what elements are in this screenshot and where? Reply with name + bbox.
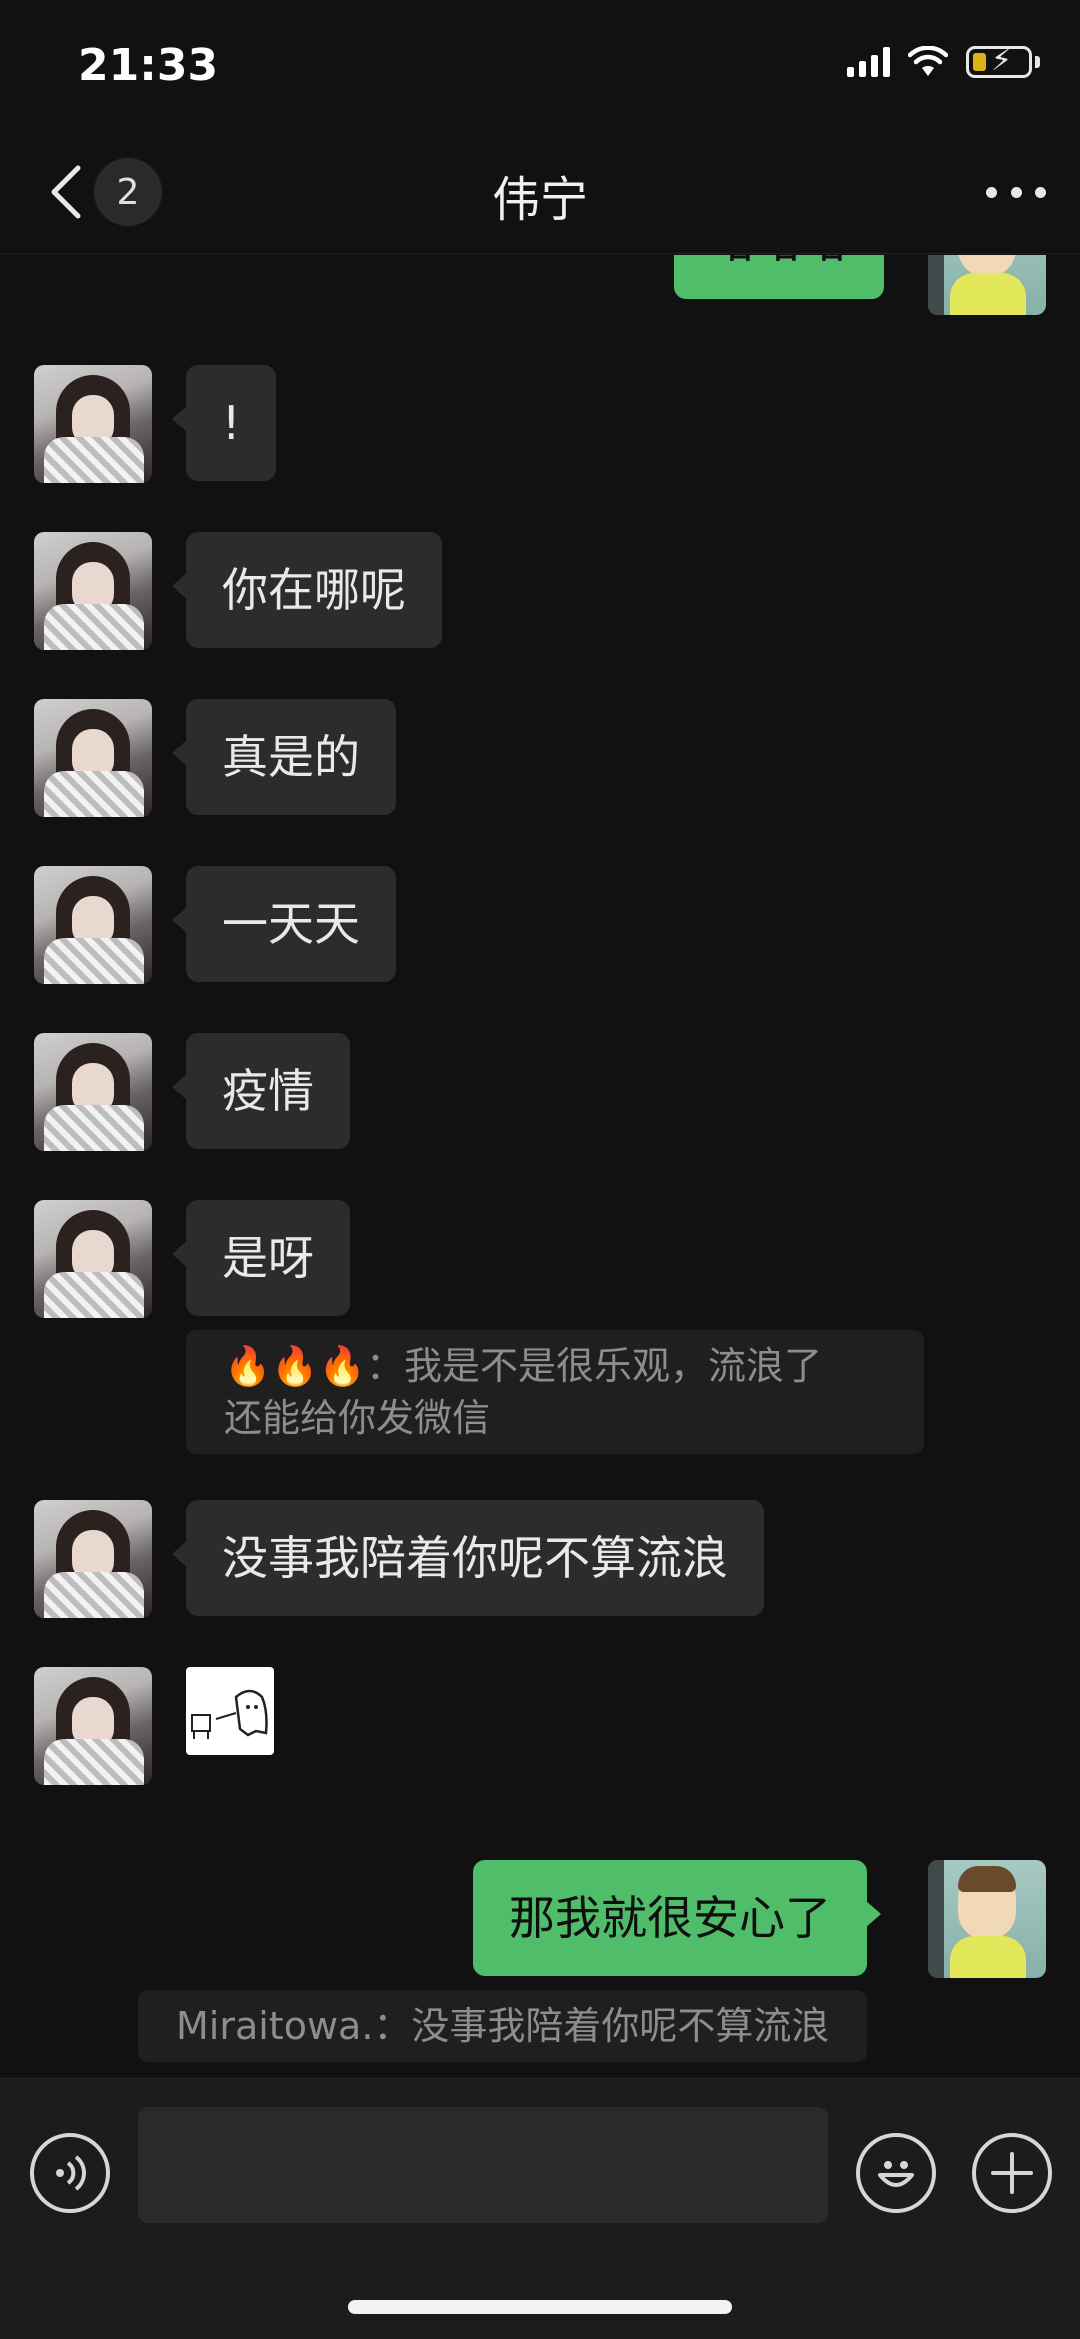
message-bubble-incoming[interactable]: 没事我陪着你呢不算流浪 xyxy=(172,1500,764,1616)
contact-avatar[interactable] xyxy=(34,532,152,650)
sticker-image[interactable] xyxy=(186,1667,274,1755)
chat-title: 伟宁 xyxy=(491,172,588,228)
more-attachments-button[interactable] xyxy=(972,2133,1052,2213)
quoted-reply-line: Miraitowa.：没事我陪着你呢不算流浪 xyxy=(176,2004,830,2048)
contact-avatar[interactable] xyxy=(34,365,152,483)
quoted-reply-line: 还能给你发微信 xyxy=(224,1396,491,1440)
wifi-icon xyxy=(908,46,948,76)
quoted-reply[interactable]: 🔥🔥🔥：我是不是很乐观，流浪了 还能给你发微信 xyxy=(186,1330,924,1454)
message-bubble-incoming[interactable]: 真是的 xyxy=(172,699,396,815)
my-avatar[interactable] xyxy=(928,1860,1046,1978)
message-bubble-outgoing[interactable]: 哈哈哈 xyxy=(674,255,884,299)
more-options-icon[interactable] xyxy=(986,172,1046,212)
status-icons: ⚡ xyxy=(847,43,1040,78)
chat-nav-bar: 2 伟宁 xyxy=(0,130,1080,254)
quoted-reply[interactable]: Miraitowa.：没事我陪着你呢不算流浪 xyxy=(138,1990,868,2062)
emoji-button[interactable] xyxy=(856,2133,936,2213)
smiley-icon xyxy=(878,2161,914,2187)
voice-input-button[interactable] xyxy=(30,2133,110,2213)
contact-avatar[interactable] xyxy=(34,866,152,984)
message-bubble-incoming[interactable]: 你在哪呢 xyxy=(172,532,442,648)
message-bubble-outgoing[interactable]: 那我就很安心了 xyxy=(473,1860,881,1976)
my-avatar[interactable] xyxy=(928,255,1046,315)
battery-cap xyxy=(1035,56,1040,68)
message-text-field[interactable] xyxy=(138,2107,828,2223)
message-bubble-incoming[interactable]: ! xyxy=(171,365,277,481)
ghost-sticker-icon xyxy=(191,1689,268,1739)
contact-avatar[interactable] xyxy=(34,1033,152,1151)
status-bar: 21:33 ⚡ xyxy=(0,0,1080,130)
battery-icon: ⚡ xyxy=(966,43,1032,78)
cellular-signal-icon xyxy=(847,47,890,77)
message-bubble-incoming[interactable]: 是呀 xyxy=(172,1200,350,1316)
home-indicator[interactable] xyxy=(348,2300,732,2314)
status-time: 21:33 xyxy=(78,40,219,91)
contact-avatar[interactable] xyxy=(34,1200,152,1318)
contact-avatar[interactable] xyxy=(34,1667,152,1785)
quoted-reply-line: 🔥🔥🔥：我是不是很乐观，流浪了 xyxy=(224,1344,822,1388)
voice-icon xyxy=(56,2155,86,2191)
contact-avatar[interactable] xyxy=(34,1500,152,1618)
contact-avatar[interactable] xyxy=(34,699,152,817)
chat-message-list[interactable]: 哈哈哈 ! 你在哪呢 真是的 一天天 疫情 是呀 🔥🔥🔥：我是不是很乐观，流浪了… xyxy=(0,255,1080,2078)
message-bubble-incoming[interactable]: 疫情 xyxy=(172,1033,350,1149)
plus-icon xyxy=(991,2152,1033,2194)
message-bubble-incoming[interactable]: 一天天 xyxy=(172,866,396,982)
